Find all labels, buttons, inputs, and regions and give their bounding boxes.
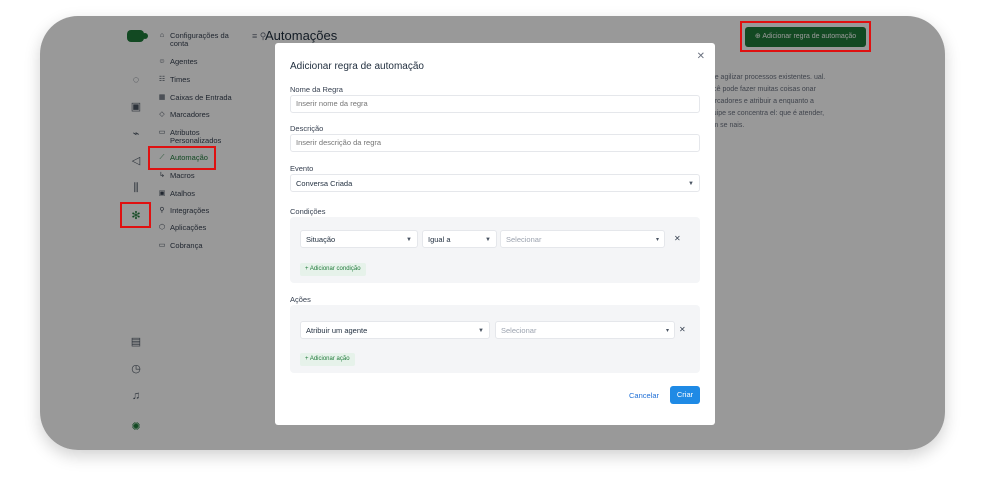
highlight-add-rule-button (740, 21, 871, 52)
chevron-down-icon: ▼ (485, 237, 491, 243)
modal-title: Adicionar regra de automação (290, 61, 424, 72)
add-action-button[interactable]: + Adicionar ação (300, 353, 355, 366)
condition-attribute-value: Situação (306, 235, 336, 244)
app-window: ◌ ▣ ⌁ ◁ ⫼ ✻ ▤ ◷ ♫ ✺ ⌂ Configurações da c… (40, 16, 945, 450)
chevron-down-icon: ▾ (665, 328, 669, 334)
action-value-select[interactable]: Selecionar ▾ (495, 321, 675, 339)
create-button[interactable]: Criar (670, 386, 700, 404)
event-label: Evento (290, 164, 314, 173)
actions-group: Atribuir um agente ▼ Selecionar ▾ ✕ + Ad… (290, 305, 700, 373)
rule-name-input[interactable] (290, 95, 700, 113)
screenshot-frame: ◌ ▣ ⌁ ◁ ⫼ ✻ ▤ ◷ ♫ ✺ ⌂ Configurações da c… (40, 16, 945, 450)
description-label: Descrição (290, 124, 324, 133)
remove-action-icon[interactable]: ✕ (679, 325, 686, 334)
description-input[interactable] (290, 134, 700, 152)
conditions-group: Situação ▼ Igual a ▼ Selecionar ▾ ✕ + Ad… (290, 217, 700, 283)
event-value: Conversa Criada (296, 179, 353, 188)
remove-condition-icon[interactable]: ✕ (674, 234, 681, 243)
action-type-value: Atribuir um agente (306, 326, 368, 335)
action-value-placeholder: Selecionar (501, 326, 537, 335)
add-condition-button[interactable]: + Adicionar condição (300, 263, 366, 276)
add-action-label: Adicionar ação (309, 356, 350, 362)
condition-operator-select[interactable]: Igual a ▼ (422, 230, 497, 248)
add-automation-modal: ✕ Adicionar regra de automação Nome da R… (275, 43, 715, 425)
conditions-label: Condições (290, 207, 326, 216)
condition-value-placeholder: Selecionar (506, 235, 542, 244)
chevron-down-icon: ▾ (655, 237, 659, 243)
chevron-down-icon: ▼ (688, 181, 694, 187)
add-condition-label: Adicionar condição (309, 266, 361, 272)
highlight-settings-icon (120, 202, 151, 228)
condition-attribute-select[interactable]: Situação ▼ (300, 230, 418, 248)
rule-name-label: Nome da Regra (290, 85, 343, 94)
condition-operator-value: Igual a (428, 235, 451, 244)
event-select[interactable]: Conversa Criada ▼ (290, 174, 700, 192)
highlight-automation-item (148, 146, 216, 170)
chevron-down-icon: ▼ (406, 237, 412, 243)
condition-value-select[interactable]: Selecionar ▾ (500, 230, 665, 248)
action-type-select[interactable]: Atribuir um agente ▼ (300, 321, 490, 339)
actions-label: Ações (290, 295, 311, 304)
cancel-button[interactable]: Cancelar (629, 391, 659, 400)
close-icon[interactable]: ✕ (697, 51, 705, 62)
chevron-down-icon: ▼ (478, 328, 484, 334)
